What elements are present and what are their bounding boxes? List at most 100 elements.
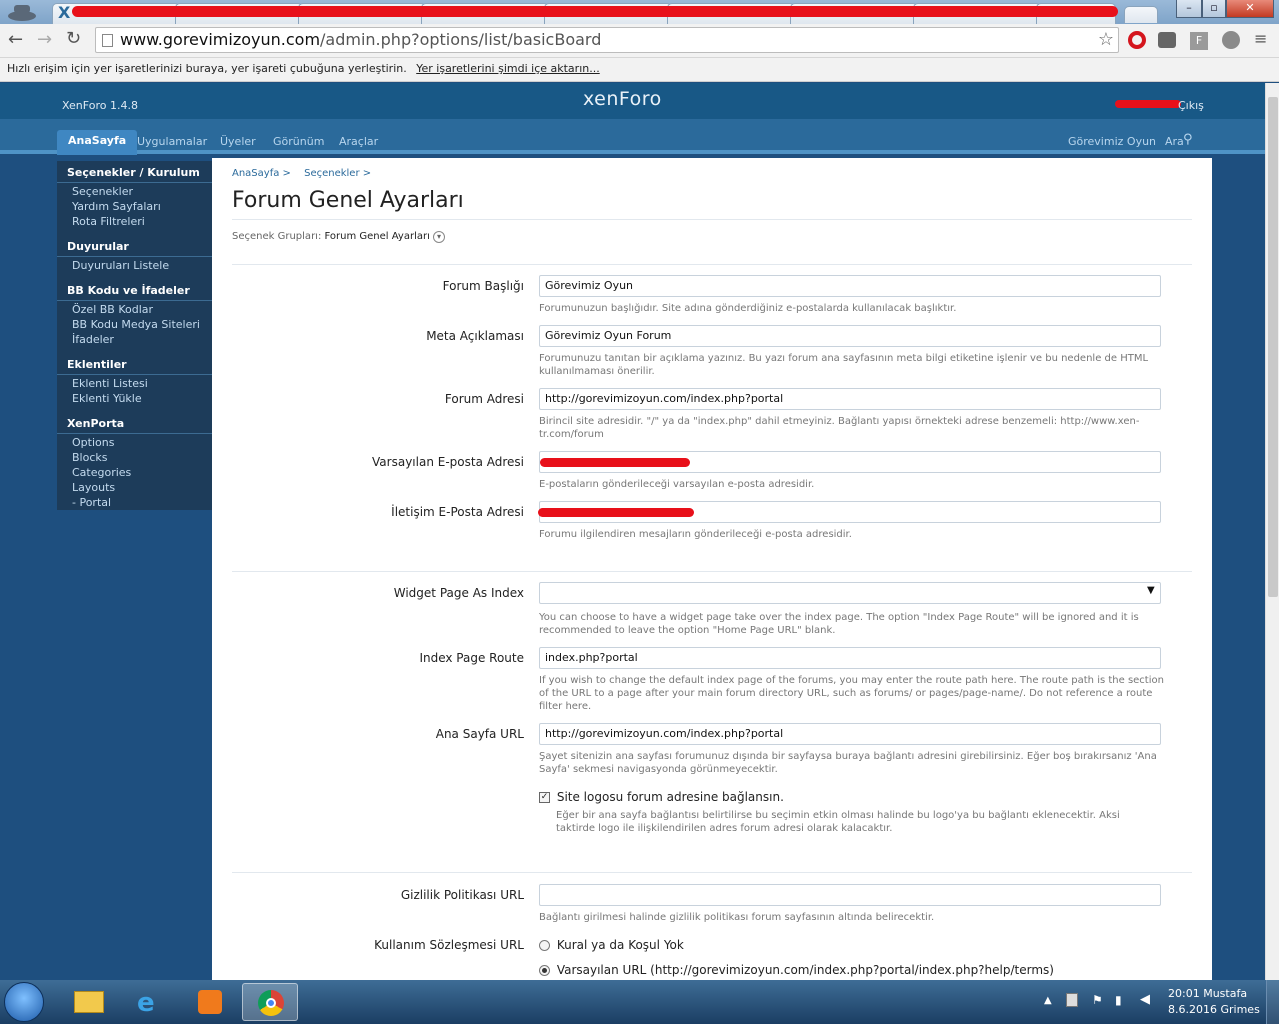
- windows-taskbar: e ▲ ⚑ ▮ ◀ 20:01 Mustafa 8.6.2016 Grimes: [0, 980, 1279, 1024]
- redaction-mark: [72, 6, 1118, 17]
- sidebar-item-xp-blocks[interactable]: Blocks: [57, 450, 212, 465]
- index-route-input[interactable]: index.php?portal: [539, 647, 1161, 669]
- new-tab-button[interactable]: [1124, 6, 1158, 23]
- chevron-down-icon[interactable]: ▾: [433, 231, 446, 243]
- media-player-icon[interactable]: [182, 983, 238, 1021]
- clock-date: 8.6.2016: [1168, 1003, 1217, 1016]
- minimize-button[interactable]: –: [1176, 0, 1202, 18]
- tab-tools[interactable]: Araçlar: [339, 135, 378, 148]
- clock-user-last: Grimes: [1220, 1003, 1260, 1016]
- sidebar-item-help-pages[interactable]: Yardım Sayfaları: [57, 199, 212, 214]
- sidebar-item-xp-options[interactable]: Options: [57, 435, 212, 450]
- privacy-url-input[interactable]: [539, 884, 1161, 906]
- terms-option-default[interactable]: Varsayılan URL (http://gorevimizoyun.com…: [539, 963, 1054, 977]
- index-route-label: Index Page Route: [419, 651, 524, 665]
- bookmark-star-icon[interactable]: ☆: [1098, 28, 1114, 52]
- ie-icon[interactable]: e: [122, 983, 178, 1021]
- scrollbar-thumb[interactable]: [1268, 97, 1278, 597]
- chrome-icon[interactable]: [242, 983, 298, 1021]
- search-link[interactable]: Ara: [1165, 135, 1184, 148]
- sidebar-item-bbcodes[interactable]: Özel BB Kodlar: [57, 302, 212, 317]
- sidebar-heading: Seçenekler / Kurulum: [57, 161, 212, 183]
- site-link[interactable]: Görevimiz Oyun: [1068, 135, 1156, 148]
- version-label: XenForo 1.4.8: [62, 99, 138, 112]
- option-group-selector[interactable]: Seçenek Grupları: Forum Genel Ayarları ▾: [232, 231, 446, 243]
- tab-appearance[interactable]: Görünüm: [273, 135, 324, 148]
- sidebar-group: BB Kodu ve İfadeler Özel BB Kodlar BB Ko…: [57, 279, 212, 347]
- sidebar-item-addon-list[interactable]: Eklenti Listesi: [57, 376, 212, 391]
- admin-sidebar: Seçenekler / Kurulum Seçenekler Yardım S…: [57, 161, 212, 510]
- terms-option-none-label: Kural ya da Koşul Yok: [556, 938, 684, 952]
- device-icon[interactable]: [1066, 993, 1078, 1007]
- index-route-hint: If you wish to change the default index …: [539, 675, 1164, 712]
- logo-link-checkbox[interactable]: ✓: [539, 792, 550, 803]
- sidebar-item-xp-categories[interactable]: Categories: [57, 465, 212, 480]
- default-email-hint: E-postaların gönderileceği varsayılan e-…: [539, 479, 815, 490]
- flag-icon[interactable]: ⚑: [1092, 993, 1103, 1007]
- forum-title-input[interactable]: Görevimiz Oyun: [539, 275, 1161, 297]
- forum-url-input[interactable]: http://gorevimizoyun.com/index.php?porta…: [539, 388, 1161, 410]
- close-window-button[interactable]: ✕: [1226, 0, 1274, 18]
- sidebar-item-route-filters[interactable]: Rota Filtreleri: [57, 214, 212, 229]
- forum-title-label: Forum Başlığı: [442, 279, 524, 293]
- clock-user: Mustafa: [1203, 987, 1248, 1000]
- breadcrumb: AnaSayfa > Seçenekler >: [232, 168, 371, 179]
- sidebar-group: Seçenekler / Kurulum Seçenekler Yardım S…: [57, 161, 212, 229]
- volume-icon[interactable]: ◀: [1140, 992, 1150, 1007]
- globe-extension-icon[interactable]: [1222, 31, 1240, 49]
- tab-users[interactable]: Üyeler: [220, 135, 256, 148]
- sidebar-item-notices[interactable]: Duyuruları Listele: [57, 258, 212, 273]
- opera-icon[interactable]: [1128, 31, 1146, 49]
- sidebar-item-addon-install[interactable]: Eklenti Yükle: [57, 391, 212, 406]
- f-extension-icon[interactable]: F: [1190, 32, 1208, 50]
- terms-radio-default[interactable]: [539, 965, 550, 976]
- forward-icon[interactable]: →: [37, 29, 52, 50]
- tab-home[interactable]: AnaSayfa: [57, 130, 138, 155]
- explorer-icon[interactable]: [62, 983, 118, 1021]
- tray-arrow-icon[interactable]: ▲: [1044, 995, 1052, 1006]
- terms-option-default-label: Varsayılan URL (http://gorevimizoyun.com…: [556, 963, 1054, 977]
- sidebar-group: Eklentiler Eklenti Listesi Eklenti Yükle: [57, 353, 212, 406]
- breadcrumb-home[interactable]: AnaSayfa >: [232, 168, 291, 179]
- sidebar-item-options[interactable]: Seçenekler: [57, 184, 212, 199]
- sidebar-item-xp-portal[interactable]: - Portal: [57, 495, 212, 510]
- maximize-button[interactable]: ▫: [1202, 0, 1226, 18]
- terms-radio-none[interactable]: [539, 940, 550, 951]
- sidebar-heading: XenPorta: [57, 412, 212, 434]
- network-icon[interactable]: ▮: [1115, 993, 1122, 1007]
- incognito-icon: [4, 2, 44, 22]
- privacy-url-hint: Bağlantı girilmesi halinde gizlilik poli…: [539, 912, 935, 923]
- back-icon[interactable]: ←: [8, 29, 23, 50]
- sidebar-item-smilies[interactable]: İfadeler: [57, 332, 212, 347]
- widget-index-select[interactable]: [539, 582, 1161, 604]
- sidebar-group: XenPorta Options Blocks Categories Layou…: [57, 412, 212, 510]
- logout-link[interactable]: Çıkış: [1178, 99, 1204, 112]
- sidebar-group: Duyurular Duyuruları Listele: [57, 235, 212, 273]
- xenforo-logo[interactable]: xenForo: [583, 88, 662, 110]
- contact-email-hint: Forumu ilgilendiren mesajların gönderile…: [539, 529, 852, 540]
- privacy-url-label: Gizlilik Politikası URL: [400, 888, 524, 902]
- extension-icon[interactable]: [1158, 32, 1176, 48]
- meta-description-input[interactable]: Görevimiz Oyun Forum: [539, 325, 1161, 347]
- breadcrumb-options[interactable]: Seçenekler >: [304, 168, 371, 179]
- bookmarks-bar: Hızlı erişim için yer işaretlerinizi bur…: [0, 58, 1279, 82]
- sidebar-item-xp-layouts[interactable]: Layouts: [57, 480, 212, 495]
- show-desktop-button[interactable]: [1266, 980, 1279, 1024]
- sidebar-item-media-sites[interactable]: BB Kodu Medya Siteleri: [57, 317, 212, 332]
- home-url-input[interactable]: http://gorevimizoyun.com/index.php?porta…: [539, 723, 1161, 745]
- divider: [232, 571, 1192, 572]
- tab-applications[interactable]: Uygulamalar: [137, 135, 207, 148]
- logo-link-checkbox-row[interactable]: ✓ Site logosu forum adresine bağlansın.: [539, 790, 784, 804]
- default-email-label: Varsayılan E-posta Adresi: [372, 455, 524, 469]
- start-button[interactable]: [4, 982, 44, 1022]
- terms-option-none[interactable]: Kural ya da Koşul Yok: [539, 938, 684, 952]
- import-bookmarks-link[interactable]: Yer işaretlerini şimdi içe aktarın...: [416, 62, 599, 75]
- clock[interactable]: 20:01 Mustafa 8.6.2016 Grimes: [1168, 986, 1260, 1018]
- address-bar[interactable]: www.gorevimizoyun.com/admin.php?options/…: [95, 27, 1119, 53]
- menu-icon[interactable]: ≡: [1254, 29, 1267, 48]
- dropdown-arrow-icon[interactable]: ▼: [1147, 585, 1155, 596]
- reload-icon[interactable]: ↻: [66, 28, 81, 49]
- search-icon[interactable]: ⚲: [1183, 132, 1193, 147]
- xenforo-tab-icon: X: [58, 3, 71, 22]
- page-scrollbar[interactable]: [1265, 83, 1279, 980]
